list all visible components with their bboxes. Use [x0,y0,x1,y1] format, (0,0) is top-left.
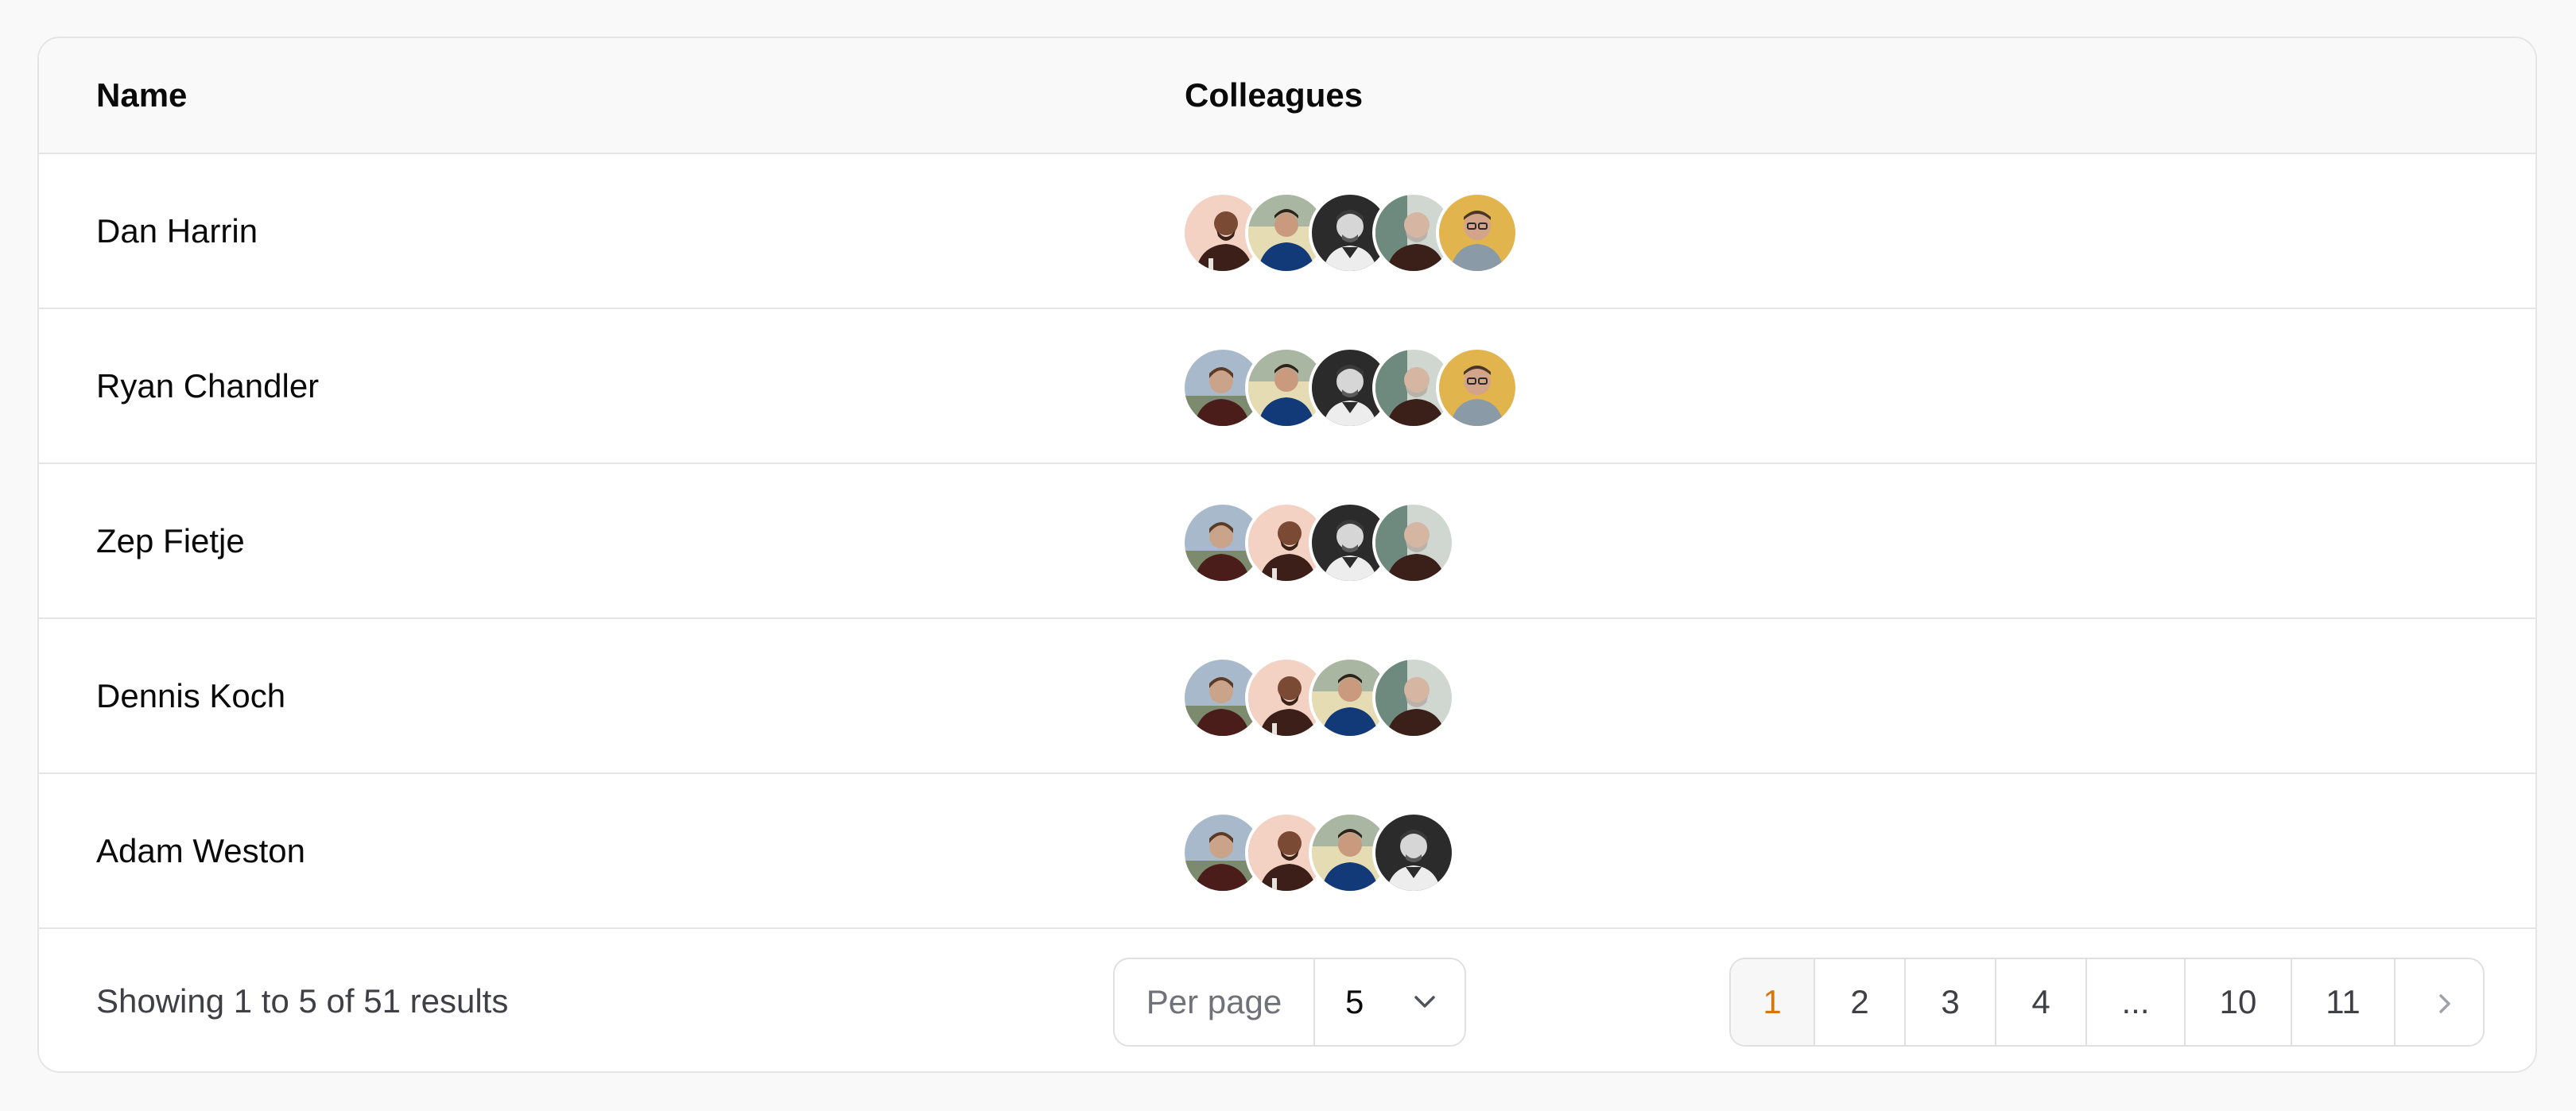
column-header-name[interactable]: Name [96,38,187,153]
row-name: Ryan Chandler [96,367,320,405]
table-card: Name Colleagues Dan Harrin Ryan Chandler Z… [37,37,2537,1073]
colleague-avatar-stack [1181,501,1455,584]
avatar-yellow [1436,192,1519,274]
page-button-4[interactable]: 4 [1996,959,2087,1045]
avatar-grey-beard [1372,501,1455,584]
pagination: 1 2 3 4... 10 11 [1729,958,2485,1047]
colleague-avatar-stack [1181,346,1519,429]
table-header: Name Colleagues [39,38,2535,154]
avatar-yellow [1436,346,1519,429]
row-name: Adam Weston [96,832,306,869]
page-button-3[interactable]: 3 [1906,959,1996,1045]
table-row[interactable]: Adam Weston [39,774,2535,929]
colleague-avatar-stack [1181,656,1455,739]
row-name: Zep Fietje [96,522,245,559]
next-page-button[interactable] [2396,959,2483,1045]
avatar-bw [1372,811,1455,894]
table-row[interactable]: Ryan Chandler [39,309,2535,464]
row-name: Dennis Koch [96,677,286,714]
column-header-colleagues[interactable]: Colleagues [1185,38,1363,153]
per-page-value: 5 [1345,983,1364,1020]
per-page-select[interactable]: 5 [1315,959,1465,1045]
per-page-label: Per page [1115,959,1315,1045]
page-button-10[interactable]: 10 [2186,959,2292,1045]
table-row[interactable]: Dan Harrin [39,154,2535,309]
colleague-avatar-stack [1181,192,1519,274]
table-row[interactable]: Dennis Koch [39,619,2535,774]
per-page-control: Per page 5 [1113,958,1466,1047]
table-footer: Showing 1 to 5 of 51 results Per page 5 … [39,929,2535,1071]
page-button-2[interactable]: 2 [1815,959,1906,1045]
page-button-1[interactable]: 1 [1731,959,1815,1045]
table-row[interactable]: Zep Fietje [39,464,2535,619]
row-name: Dan Harrin [96,212,258,250]
colleague-avatar-stack [1181,811,1455,894]
avatar-grey-beard [1372,656,1455,739]
pagination-summary: Showing 1 to 5 of 51 results [96,982,509,1020]
chevron-right-icon [2439,994,2450,1013]
pagination-ellipsis: ... [2087,959,2186,1045]
chevron-down-icon [1414,996,1435,1008]
table-body: Dan Harrin Ryan Chandler Zep Fietje Dennis … [39,154,2535,929]
page-button-11[interactable]: 11 [2292,959,2396,1045]
